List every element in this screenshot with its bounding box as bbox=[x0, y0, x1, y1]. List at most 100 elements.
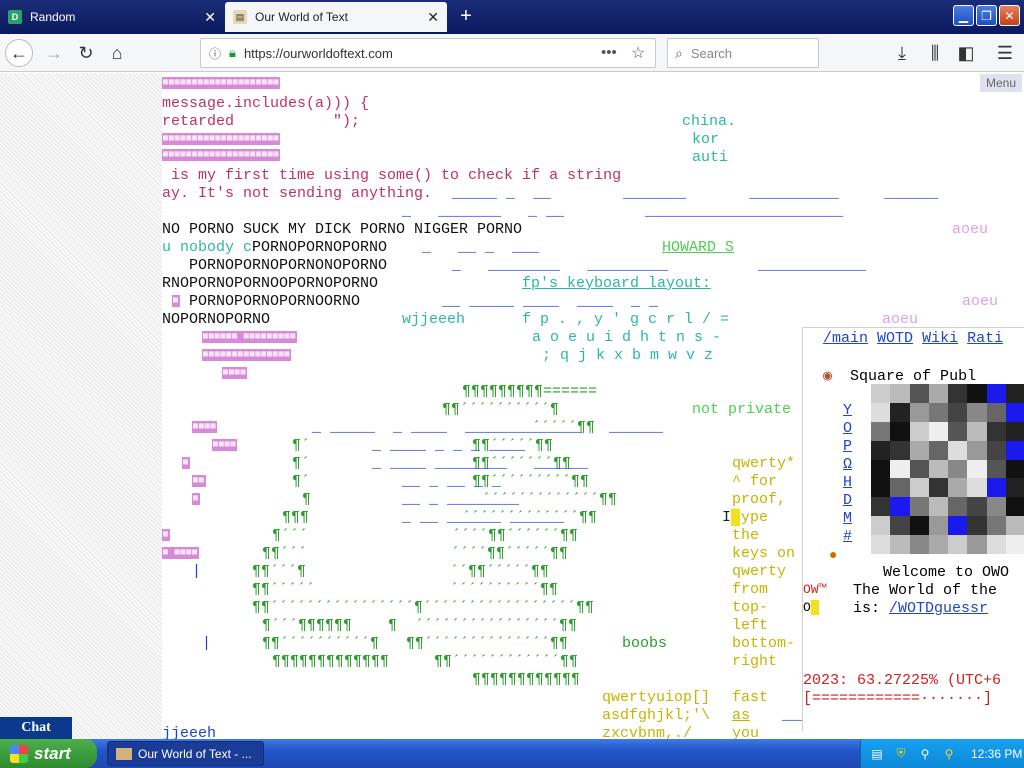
network-icon[interactable]: ⚲ bbox=[917, 746, 933, 762]
underline-marks: __ _____ ____ ____ _ _ bbox=[442, 293, 659, 310]
link-main[interactable]: /main bbox=[823, 330, 868, 347]
out-of-bounds-area bbox=[0, 73, 162, 739]
url-bar[interactable]: ⓘ 🔒︎ https://ourworldoftext.com ••• ☆ bbox=[200, 38, 656, 68]
glyph-boxes: ▦ bbox=[162, 529, 170, 542]
list-item[interactable]: O bbox=[843, 420, 852, 438]
link-ratings[interactable]: Rati bbox=[967, 330, 1003, 347]
underline-marks: _ __ _ ___ bbox=[422, 239, 540, 256]
forward-icon[interactable]: → bbox=[40, 39, 68, 67]
text-china: china. bbox=[682, 113, 737, 130]
list-item[interactable]: # bbox=[843, 528, 852, 546]
text-line: retarded "); bbox=[162, 113, 361, 130]
text-qwerty-col: keys on bbox=[732, 545, 796, 562]
link-wotd[interactable]: WOTD bbox=[877, 330, 913, 347]
tab-our-world-of-text[interactable]: ▤ Our World of Text ✕ bbox=[225, 2, 447, 32]
text-qwerty-col: bottom- bbox=[732, 635, 796, 652]
reload-icon[interactable]: ↻ bbox=[72, 39, 100, 67]
glyph-boxes: ▦▦▦▦ bbox=[212, 439, 238, 452]
underline-marks: __ _ __ _ _ bbox=[402, 473, 502, 490]
ascii-art-line: ¶¶´´´´´´´´´´¶ bbox=[442, 401, 560, 418]
ascii-art-line: ¶´´´ ´´´´¶¶´´´´´´¶¶ bbox=[272, 527, 579, 544]
owtm-label: OW™ bbox=[803, 582, 827, 597]
taskbar-item-label: Our World of Text - ... bbox=[138, 746, 252, 761]
text-wjjeeeh: wjjeeeh bbox=[402, 311, 466, 328]
glyph-boxes: ▦ bbox=[192, 493, 200, 506]
text-aoeu: aoeu bbox=[962, 293, 999, 310]
text-qwerty-col: the bbox=[732, 527, 760, 544]
lock-icon[interactable]: 🔒︎ bbox=[229, 45, 236, 61]
search-input[interactable]: ⌕ Search bbox=[667, 38, 819, 68]
ascii-art-line: ¶¶´´´´´´´´´´´´´´´´¶´´´´´´´´´´´´´´´´´¶¶ bbox=[252, 599, 595, 616]
ascii-art-line: ¶¶´´´´´´´´´´¶ ¶¶´´´´´´´´´´´´´´¶¶ bbox=[262, 635, 569, 652]
text-qwerty-col: proof, bbox=[732, 491, 787, 508]
bookmark-star-icon[interactable]: ☆ bbox=[631, 43, 645, 63]
ascii-art-line: ¶¶´´´¶ ´´¶¶´´´´´¶¶ bbox=[252, 563, 550, 580]
close-tab-icon[interactable]: ✕ bbox=[204, 10, 216, 24]
new-tab-button[interactable]: + bbox=[455, 5, 477, 27]
link-wiki[interactable]: Wiki bbox=[922, 330, 958, 347]
taskbar-item-browser[interactable]: Our World of Text - ... bbox=[107, 741, 264, 766]
maximize-button[interactable]: ❐ bbox=[976, 5, 997, 26]
caret-mark: | bbox=[202, 635, 212, 652]
text-qwerty-col: qwerty bbox=[732, 563, 787, 580]
text-line: PORNOPORNOPORNONOPORNO bbox=[162, 257, 388, 274]
library-icon[interactable]: ⫼ bbox=[921, 39, 949, 67]
scroll-icon: ▤ bbox=[233, 10, 247, 24]
tab-label: Our World of Text bbox=[255, 10, 348, 24]
o-letter: O█ bbox=[803, 600, 819, 615]
list-item[interactable]: M bbox=[843, 510, 852, 528]
minimize-button[interactable]: ▁ bbox=[953, 5, 974, 26]
glyph-boxes: ▦▦▦▦▦▦▦▦▦▦▦▦▦▦▦ bbox=[202, 349, 292, 362]
text-qwerty-col: qwerty* bbox=[732, 455, 796, 472]
chat-button[interactable]: Chat bbox=[0, 717, 72, 739]
list-item[interactable]: D bbox=[843, 492, 852, 510]
security-shield-icon[interactable]: ⛨ bbox=[893, 746, 909, 762]
text-qwerty-col: top- bbox=[732, 599, 769, 616]
text-cursor-icon: I█ bbox=[722, 509, 741, 526]
panel-list: Y O P Ω H D M # bbox=[843, 402, 852, 546]
download-icon[interactable]: ⤓ bbox=[888, 39, 916, 67]
home-icon[interactable]: ⌂ bbox=[103, 39, 131, 67]
keyboard-icon[interactable]: ▤ bbox=[869, 746, 885, 762]
search-tray-icon[interactable]: ⚲ bbox=[941, 746, 957, 762]
list-item[interactable]: H bbox=[843, 474, 852, 492]
clock[interactable]: 12:36 PM bbox=[971, 747, 1022, 761]
text-keyboard-row2: a o e u i d h t n s - bbox=[532, 329, 722, 346]
browser-window: D Random ✕ ▤ Our World of Text ✕ + ▁ ❐ ✕… bbox=[0, 0, 1024, 768]
start-button[interactable]: start bbox=[0, 739, 97, 768]
info-panel: /main WOTD Wiki Rati ◉ Square of Publ Y … bbox=[802, 327, 1024, 731]
underline-marks: _____ _ __ _______ __________ ______ bbox=[452, 185, 939, 202]
list-item[interactable]: P bbox=[843, 438, 852, 456]
tab-label: Random bbox=[30, 10, 76, 24]
text-howard: HOWARD S bbox=[662, 239, 735, 256]
ascii-art-line: ¶´´´¶¶¶¶¶¶ ¶ ´´´´´´´´´´´´´´´´¶¶ bbox=[262, 617, 578, 634]
menu-button[interactable]: Menu bbox=[979, 74, 1022, 92]
info-icon[interactable]: ⓘ bbox=[209, 45, 221, 62]
hamburger-menu-icon[interactable]: ☰ bbox=[991, 39, 1019, 67]
text-line: PORNOPORNOPORNOORNO bbox=[162, 293, 361, 310]
system-tray: ▤ ⛨ ⚲ ⚲ 12:36 PM bbox=[860, 739, 1024, 768]
back-icon[interactable]: ← bbox=[5, 39, 33, 67]
text-aoeu: aoeu bbox=[952, 221, 989, 238]
url-text[interactable]: https://ourworldoftext.com bbox=[244, 46, 393, 61]
underline-marks: _ __ ______ ______ bbox=[402, 509, 565, 526]
world-canvas[interactable]: Chat Menu ▦▦▦▦▦▦▦▦▦▦▦▦▦▦▦▦▦▦▦▦ message.i… bbox=[0, 73, 1024, 739]
text-kb-row2: asdfghjkl;'\ bbox=[602, 707, 711, 724]
list-item[interactable]: Ω bbox=[843, 456, 852, 474]
ascii-art-line: ¶¶¶¶¶¶¶¶¶====== bbox=[462, 383, 598, 400]
close-window-button[interactable]: ✕ bbox=[999, 5, 1020, 26]
list-item[interactable]: Y bbox=[843, 402, 852, 420]
text-qwerty-col: left bbox=[732, 617, 769, 634]
text-qwerty-col: ^ for bbox=[732, 473, 778, 490]
sidebar-icon[interactable]: ◧ bbox=[952, 39, 980, 67]
page-actions-icon[interactable]: ••• bbox=[601, 44, 617, 61]
wotd-guessr-link[interactable]: /WOTDguessr bbox=[889, 600, 988, 617]
glyph-boxes: ▦▦▦▦▦▦▦▦▦▦▦▦▦▦▦▦▦▦▦▦ bbox=[162, 149, 281, 162]
panel-links: /main WOTD Wiki Rati bbox=[823, 330, 1003, 347]
tab-random[interactable]: D Random ✕ bbox=[0, 2, 224, 32]
text-qwerty-col: right bbox=[732, 653, 778, 670]
close-tab-icon[interactable]: ✕ bbox=[427, 10, 439, 24]
text-keyboard-row1: f p . , y ' g c r l / = bbox=[522, 311, 730, 328]
glyph-boxes: ▦▦ bbox=[192, 475, 206, 488]
ascii-art-line: ¶¶´´´´´ ´´´´´´´´´´¶¶ bbox=[252, 581, 559, 598]
